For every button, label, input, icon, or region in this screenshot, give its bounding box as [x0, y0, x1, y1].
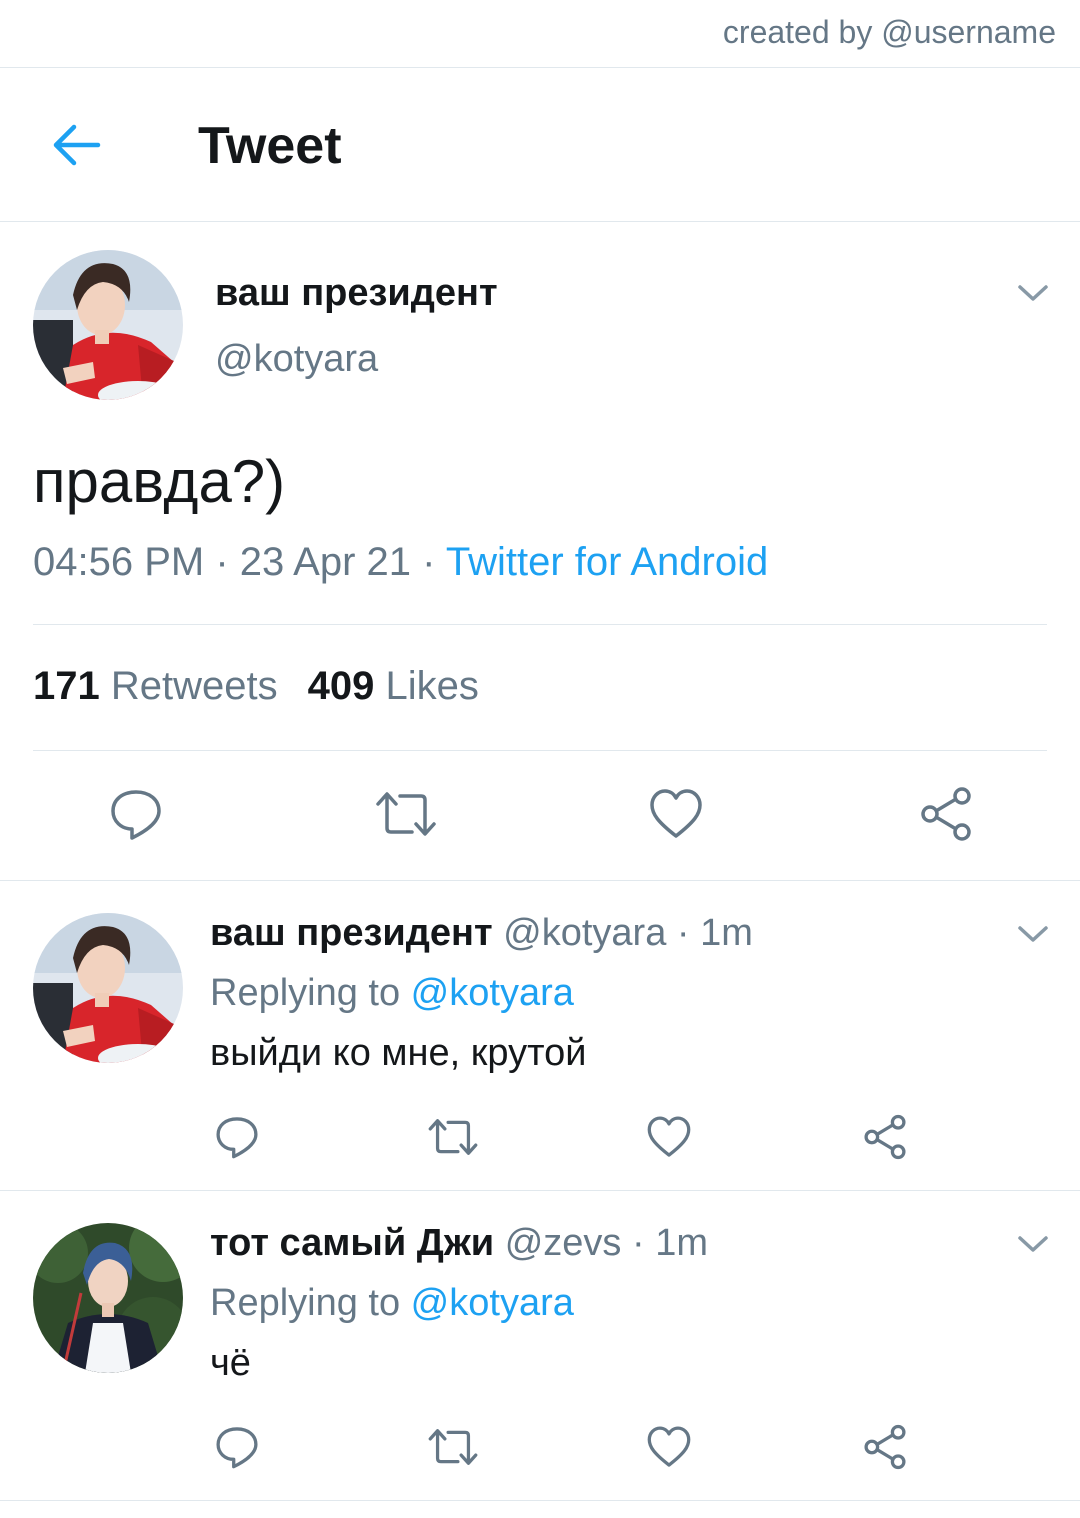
retweet-count[interactable]: 171	[33, 664, 100, 708]
chevron-down-icon[interactable]	[1016, 282, 1050, 304]
header: Tweet	[0, 68, 1080, 222]
like-count[interactable]: 409	[308, 664, 375, 708]
reply-header: тот самый Джи @zevs · 1m	[210, 1222, 708, 1265]
divider	[0, 880, 1080, 881]
credit-bar: created by @username	[0, 0, 1080, 68]
back-arrow-icon[interactable]	[50, 118, 104, 172]
reply-dot: ·	[666, 912, 701, 954]
tweet-meta: 04:56 PM · 23 Apr 21 · Twitter for Andro…	[33, 540, 768, 585]
tweet-date: 23 Apr 21	[239, 540, 412, 584]
reply-author-name[interactable]: тот самый Джи	[210, 1222, 494, 1264]
retweets-label[interactable]: Retweets	[111, 664, 278, 708]
tweet-source-link[interactable]: Twitter for Android	[446, 540, 768, 584]
reply-time: 1m	[655, 1222, 708, 1264]
share-icon[interactable]	[918, 786, 974, 842]
replying-to-mention[interactable]: @kotyara	[411, 972, 574, 1014]
tweet-detail-screen: created by @username Tweet ваш президент…	[0, 0, 1080, 1518]
tweet-stats: 171 Retweets 409 Likes	[33, 664, 479, 709]
share-icon[interactable]	[862, 1424, 908, 1470]
divider	[0, 1500, 1080, 1501]
divider	[0, 1190, 1080, 1191]
page-title: Tweet	[198, 117, 342, 175]
replying-to: Replying to @kotyara	[210, 972, 574, 1015]
meta-separator: ·	[411, 540, 446, 584]
like-icon[interactable]	[646, 1114, 692, 1160]
author-handle[interactable]: @kotyara	[215, 338, 378, 381]
reply-icon[interactable]	[108, 786, 164, 842]
retweet-icon[interactable]	[374, 786, 438, 842]
reply-text: чё	[210, 1342, 251, 1384]
like-icon[interactable]	[648, 786, 704, 842]
likes-label[interactable]: Likes	[386, 664, 479, 708]
reply-time: 1m	[700, 912, 753, 954]
reply-author-handle[interactable]: @kotyara	[503, 912, 666, 954]
retweet-icon[interactable]	[427, 1424, 479, 1470]
tweet-text: правда?)	[33, 448, 286, 515]
replying-label: Replying to	[210, 1282, 411, 1324]
reply-header: ваш президент @kotyara · 1m	[210, 912, 753, 955]
reply-icon[interactable]	[214, 1424, 260, 1470]
like-icon[interactable]	[646, 1424, 692, 1470]
divider	[33, 624, 1047, 625]
reply-author-name[interactable]: ваш президент	[210, 912, 493, 954]
replying-to: Replying to @kotyara	[210, 1282, 574, 1325]
replying-label: Replying to	[210, 972, 411, 1014]
reply-text: выйди ко мне, крутой	[210, 1032, 587, 1074]
chevron-down-icon[interactable]	[1016, 1233, 1050, 1255]
meta-separator: ·	[204, 540, 240, 584]
replying-to-mention[interactable]: @kotyara	[411, 1282, 574, 1324]
reply-icon[interactable]	[214, 1114, 260, 1160]
reply-dot: ·	[621, 1222, 656, 1264]
tweet-time: 04:56 PM	[33, 540, 205, 584]
author-name[interactable]: ваш президент	[215, 272, 498, 315]
credit-text: created by @username	[722, 14, 1056, 50]
retweet-icon[interactable]	[427, 1114, 479, 1160]
chevron-down-icon[interactable]	[1016, 923, 1050, 945]
divider	[33, 750, 1047, 751]
reply-author-handle[interactable]: @zevs	[505, 1222, 622, 1264]
share-icon[interactable]	[862, 1114, 908, 1160]
avatar[interactable]	[33, 1223, 183, 1373]
avatar[interactable]	[33, 250, 183, 400]
avatar[interactable]	[33, 913, 183, 1063]
